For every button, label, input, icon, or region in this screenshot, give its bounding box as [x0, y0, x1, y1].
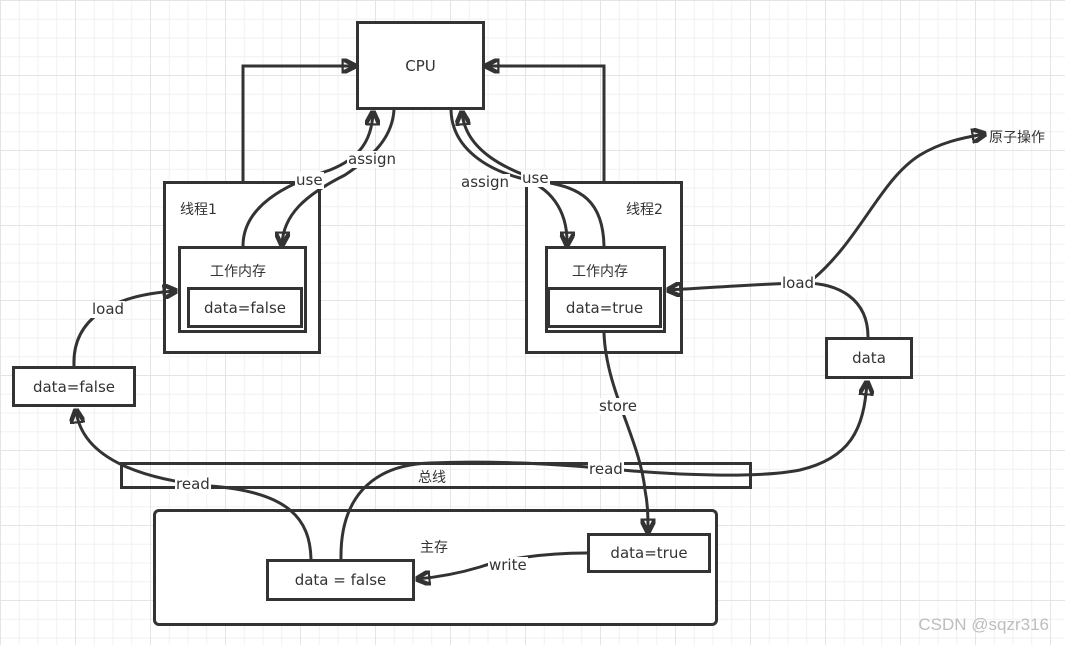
thread2-load-arrow: [668, 281, 870, 338]
watermark: CSDN @sqzr316: [918, 615, 1049, 634]
atomic-ops-arrow: [811, 134, 985, 282]
store-arrow: [602, 332, 648, 532]
thread2-load-label: load: [781, 274, 816, 292]
thread1-to-cpu-connector: [241, 66, 355, 181]
thread2-use-label: use: [521, 169, 550, 187]
write-label: write: [488, 556, 528, 574]
thread1-use-label: use: [295, 171, 324, 189]
read-left-label: read: [175, 475, 211, 493]
read-right-label: read: [588, 460, 624, 478]
store-label: store: [598, 397, 638, 415]
thread2-assign-label: assign: [460, 173, 511, 191]
thread1-load-label: load: [91, 300, 126, 318]
connectors-layer: [0, 0, 1065, 645]
thread1-assign-label: assign: [347, 150, 398, 168]
